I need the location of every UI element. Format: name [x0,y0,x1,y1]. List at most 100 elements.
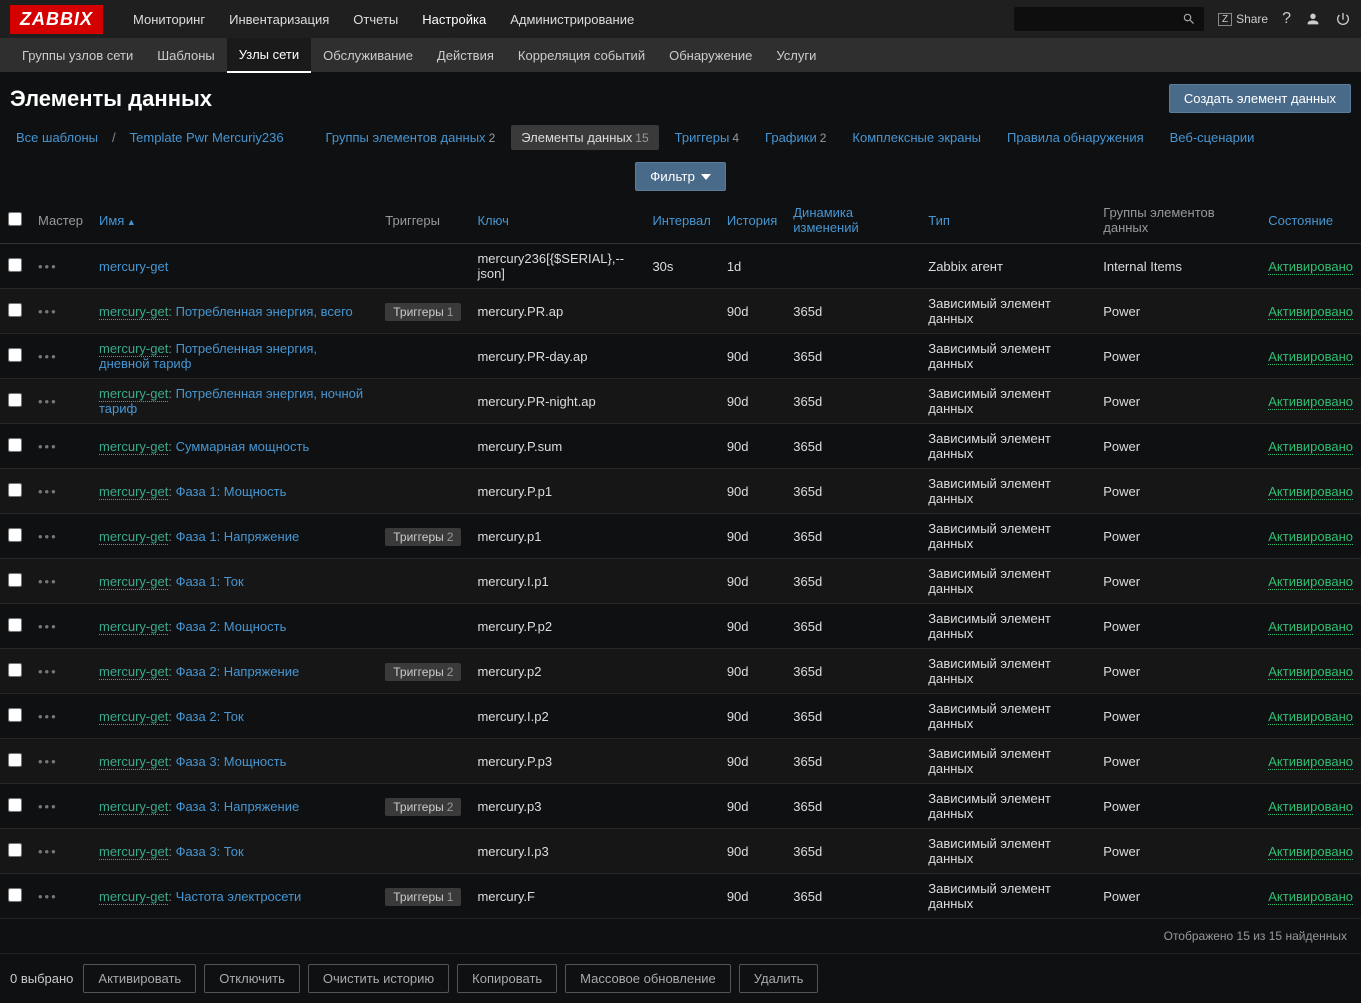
master-link[interactable]: mercury-get [99,386,168,402]
item-name-link[interactable]: Фаза 2: Напряжение [176,664,300,679]
row-checkbox[interactable] [8,528,22,542]
item-name-link[interactable]: Фаза 2: Мощность [176,619,287,634]
subnav-item[interactable]: Узлы сети [227,38,311,73]
tab-pill[interactable]: Графики2 [755,125,836,150]
power-icon[interactable] [1335,11,1351,27]
create-item-button[interactable]: Создать элемент данных [1169,84,1351,113]
row-checkbox[interactable] [8,258,22,272]
row-actions-icon[interactable]: ••• [38,394,58,409]
row-actions-icon[interactable]: ••• [38,529,58,544]
footer-action-button[interactable]: Копировать [457,964,557,993]
tab-pill[interactable]: Триггеры4 [665,125,749,150]
row-actions-icon[interactable]: ••• [38,304,58,319]
share-button[interactable]: Z Share [1218,12,1268,26]
master-link[interactable]: mercury-get [99,754,168,770]
row-actions-icon[interactable]: ••• [38,574,58,589]
master-link[interactable]: mercury-get [99,619,168,635]
topnav-item[interactable]: Настройка [410,2,498,37]
topnav-item[interactable]: Отчеты [341,2,410,37]
status-link[interactable]: Активировано [1268,664,1353,680]
topnav-item[interactable]: Инвентаризация [217,2,341,37]
status-link[interactable]: Активировано [1268,799,1353,815]
status-link[interactable]: Активировано [1268,754,1353,770]
col-trends[interactable]: Динамика изменений [785,197,920,244]
status-link[interactable]: Активировано [1268,889,1353,905]
row-checkbox[interactable] [8,798,22,812]
master-link[interactable]: mercury-get [99,799,168,815]
row-checkbox[interactable] [8,573,22,587]
row-actions-icon[interactable]: ••• [38,349,58,364]
row-actions-icon[interactable]: ••• [38,889,58,904]
item-name-link[interactable]: mercury-get [99,259,168,274]
item-name-link[interactable]: Фаза 1: Ток [176,574,244,589]
item-name-link[interactable]: Фаза 1: Напряжение [176,529,300,544]
row-actions-icon[interactable]: ••• [38,754,58,769]
select-all-checkbox[interactable] [8,212,22,226]
status-link[interactable]: Активировано [1268,619,1353,635]
tab-pill[interactable]: Веб-сценарии [1160,125,1265,150]
filter-toggle-button[interactable]: Фильтр [635,162,726,191]
footer-action-button[interactable]: Удалить [739,964,819,993]
help-icon[interactable]: ? [1282,10,1291,28]
subnav-item[interactable]: Шаблоны [145,39,227,72]
status-link[interactable]: Активировано [1268,484,1353,500]
footer-action-button[interactable]: Массовое обновление [565,964,731,993]
status-link[interactable]: Активировано [1268,304,1353,320]
row-actions-icon[interactable]: ••• [38,484,58,499]
row-checkbox[interactable] [8,618,22,632]
breadcrumb-link[interactable]: Все шаблоны [10,126,104,149]
row-actions-icon[interactable]: ••• [38,799,58,814]
row-checkbox[interactable] [8,663,22,677]
col-history[interactable]: История [719,197,785,244]
status-link[interactable]: Активировано [1268,349,1353,365]
master-link[interactable]: mercury-get [99,341,168,357]
triggers-pill[interactable]: Триггеры1 [385,888,461,906]
status-link[interactable]: Активировано [1268,439,1353,455]
row-checkbox[interactable] [8,438,22,452]
master-link[interactable]: mercury-get [99,529,168,545]
master-link[interactable]: mercury-get [99,439,168,455]
master-link[interactable]: mercury-get [99,664,168,680]
row-checkbox[interactable] [8,348,22,362]
master-link[interactable]: mercury-get [99,574,168,590]
col-type[interactable]: Тип [920,197,1095,244]
footer-action-button[interactable]: Активировать [83,964,196,993]
triggers-pill[interactable]: Триггеры2 [385,663,461,681]
status-link[interactable]: Активировано [1268,709,1353,725]
subnav-item[interactable]: Группы узлов сети [10,39,145,72]
status-link[interactable]: Активировано [1268,394,1353,410]
master-link[interactable]: mercury-get [99,844,168,860]
triggers-pill[interactable]: Триггеры2 [385,528,461,546]
row-checkbox[interactable] [8,888,22,902]
subnav-item[interactable]: Услуги [764,39,828,72]
tab-pill[interactable]: Группы элементов данных2 [316,125,506,150]
status-link[interactable]: Активировано [1268,529,1353,545]
col-interval[interactable]: Интервал [644,197,718,244]
breadcrumb-link[interactable]: Template Pwr Mercuriy236 [124,126,290,149]
item-name-link[interactable]: Фаза 1: Мощность [176,484,287,499]
row-actions-icon[interactable]: ••• [38,664,58,679]
col-name[interactable]: Имя [91,197,377,244]
col-status[interactable]: Состояние [1260,197,1361,244]
subnav-item[interactable]: Обнаружение [657,39,764,72]
topnav-item[interactable]: Мониторинг [121,2,217,37]
row-checkbox[interactable] [8,303,22,317]
search-input[interactable] [1014,7,1204,31]
triggers-pill[interactable]: Триггеры1 [385,303,461,321]
row-actions-icon[interactable]: ••• [38,259,58,274]
row-checkbox[interactable] [8,843,22,857]
logo[interactable]: ZABBIX [10,5,103,34]
subnav-item[interactable]: Обслуживание [311,39,425,72]
row-actions-icon[interactable]: ••• [38,844,58,859]
subnav-item[interactable]: Действия [425,39,506,72]
master-link[interactable]: mercury-get [99,709,168,725]
item-name-link[interactable]: Фаза 2: Ток [176,709,244,724]
item-name-link[interactable]: Потребленная энергия, всего [176,304,353,319]
row-actions-icon[interactable]: ••• [38,619,58,634]
row-checkbox[interactable] [8,483,22,497]
item-name-link[interactable]: Фаза 3: Ток [176,844,244,859]
row-checkbox[interactable] [8,393,22,407]
user-icon[interactable] [1305,11,1321,27]
topnav-item[interactable]: Администрирование [498,2,646,37]
status-link[interactable]: Активировано [1268,574,1353,590]
